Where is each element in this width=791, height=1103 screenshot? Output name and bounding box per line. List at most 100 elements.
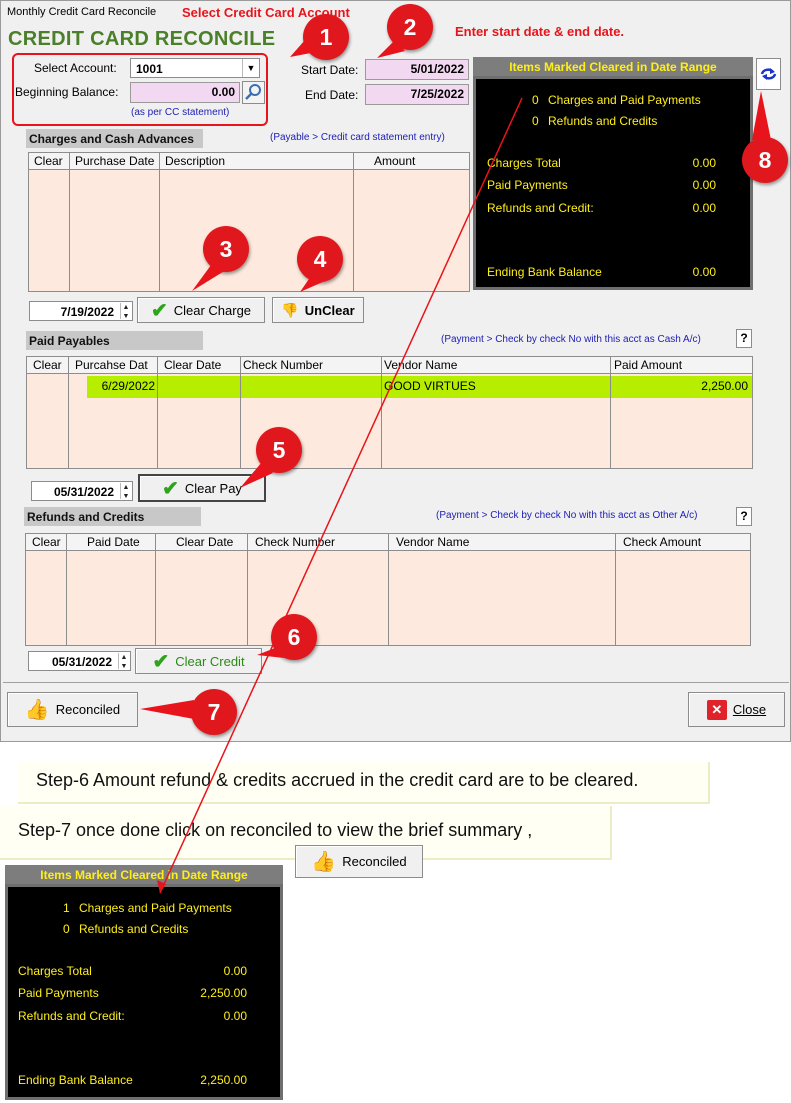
step-badge-2: 2 xyxy=(387,4,433,50)
grid-divider xyxy=(69,153,70,291)
col-vendor-name[interactable]: Vendor Name xyxy=(391,534,474,551)
summary-after-count-refunds-label: Refunds and Credits xyxy=(79,922,189,936)
col-check-amount[interactable]: Check Amount xyxy=(618,534,706,551)
summary-count-charges: 0 xyxy=(532,93,539,107)
paid-help-button[interactable]: ? xyxy=(736,329,752,348)
page-title: CREDIT CARD RECONCILE xyxy=(8,28,276,50)
row-paid-amount: 2,250.00 xyxy=(701,379,748,393)
charges-date-spinner[interactable]: 7/19/2022 ▲ ▼ xyxy=(29,301,133,321)
paid-date-spinner[interactable]: 05/31/2022 ▲ ▼ xyxy=(31,481,133,501)
reconciled-example-label: Reconciled xyxy=(342,854,407,869)
summary-after-paid-label: Paid Payments xyxy=(18,986,99,1000)
col-purchase-date[interactable]: Purchase Date xyxy=(70,153,159,170)
account-select-value: 1001 xyxy=(136,62,163,76)
search-icon xyxy=(245,84,261,100)
summary-ending: 0.00 xyxy=(692,265,716,279)
col-purchase-date[interactable]: Purcahse Dat xyxy=(70,357,153,374)
summary-charges-total: 0.00 xyxy=(692,156,716,170)
step6-note: Step-6 Amount refund & credits accrued i… xyxy=(18,762,710,804)
col-amount[interactable]: Amount xyxy=(369,153,420,170)
summary-count-refunds-label: Refunds and Credits xyxy=(548,114,658,128)
paid-grid-header: Clear Purcahse Dat Clear Date Check Numb… xyxy=(27,357,752,374)
thumbs-up-icon: 👍 xyxy=(24,699,50,721)
chevron-down-icon[interactable]: ▼ xyxy=(242,59,259,77)
reconcile-window: Monthly Credit Card Reconcile Select Cre… xyxy=(0,0,791,742)
col-clear-date[interactable]: Clear Date xyxy=(159,357,226,374)
refresh-button[interactable] xyxy=(756,58,781,90)
thumbs-up-icon: 👍 xyxy=(311,851,337,873)
end-date-label: End Date: xyxy=(305,88,359,102)
unclear-button[interactable]: 👎 UnClear xyxy=(272,297,364,323)
col-clear[interactable]: Clear xyxy=(29,153,68,170)
summary-after-count-refunds: 0 xyxy=(63,922,70,936)
start-date-label: Start Date: xyxy=(301,63,359,77)
summary-after-count-charges-label: Charges and Paid Payments xyxy=(79,901,232,915)
summary-charges-total-label: Charges Total xyxy=(487,156,561,170)
clear-charge-label: Clear Charge xyxy=(173,302,252,318)
grid-divider xyxy=(68,357,69,468)
lookup-button[interactable] xyxy=(242,81,265,104)
start-date-field[interactable]: 5/01/2022 xyxy=(365,59,469,80)
col-check-number[interactable]: Check Number xyxy=(238,357,328,374)
account-select[interactable]: 1001 ▼ xyxy=(130,58,260,78)
table-row[interactable]: 6/29/2022 GOOD VIRTUES 2,250.00 xyxy=(87,376,752,398)
row-purchase-date: 6/29/2022 xyxy=(101,379,155,393)
spin-arrows-icon[interactable]: ▲ ▼ xyxy=(118,653,129,670)
grid-divider xyxy=(247,534,248,645)
grid-divider xyxy=(388,534,389,645)
grid-divider xyxy=(157,357,158,468)
col-check-number[interactable]: Check Number xyxy=(250,534,340,551)
end-date-field[interactable]: 7/25/2022 xyxy=(365,84,469,105)
col-clear-date[interactable]: Clear Date xyxy=(171,534,238,551)
grid-divider xyxy=(615,534,616,645)
select-account-label: Select Account: xyxy=(34,61,117,75)
grid-divider xyxy=(610,357,611,468)
col-paid-amount[interactable]: Paid Amount xyxy=(609,357,687,374)
clear-pay-button[interactable]: ✔ Clear Pay xyxy=(138,474,266,502)
charges-grid[interactable]: Clear Purchase Date Description Amount xyxy=(28,152,470,292)
close-label: Close xyxy=(732,702,767,717)
summary-after-charges-total: 0.00 xyxy=(223,964,247,978)
checkmark-icon: ✔ xyxy=(152,650,170,673)
summary-refunds: 0.00 xyxy=(692,201,716,215)
clear-credit-button[interactable]: ✔ Clear Credit xyxy=(135,648,262,674)
col-description[interactable]: Description xyxy=(160,153,230,170)
spin-arrows-icon[interactable]: ▲ ▼ xyxy=(120,483,131,500)
step-badge-5: 5 xyxy=(256,427,302,473)
summary-after-header: Items Marked Cleared in Date Range xyxy=(5,865,283,885)
summary-after-panel: 1 Charges and Paid Payments 0 Refunds an… xyxy=(5,884,283,1100)
beginning-balance-field[interactable]: 0.00 xyxy=(130,82,240,103)
clear-credit-label: Clear Credit xyxy=(175,653,245,669)
close-button[interactable]: ✕ Close xyxy=(688,692,785,727)
col-clear[interactable]: Clear xyxy=(28,357,67,374)
close-icon: ✕ xyxy=(706,699,727,720)
step-badge-1: 1 xyxy=(303,14,349,60)
paid-date-value: 05/31/2022 xyxy=(53,485,114,499)
step-badge-4: 4 xyxy=(297,236,343,282)
refunds-grid[interactable]: Clear Paid Date Clear Date Check Number … xyxy=(25,533,751,646)
refunds-date-spinner[interactable]: 05/31/2022 ▲ ▼ xyxy=(28,651,131,671)
grid-divider xyxy=(155,534,156,645)
spin-arrows-icon[interactable]: ▲ ▼ xyxy=(120,303,131,320)
reconciled-button[interactable]: 👍 Reconciled xyxy=(7,692,138,727)
step-badge-3: 3 xyxy=(203,226,249,272)
refunds-hint: (Payment > Check by check No with this a… xyxy=(436,510,698,521)
clear-charge-button[interactable]: ✔ Clear Charge xyxy=(137,297,265,323)
summary-after-refunds-label: Refunds and Credit: xyxy=(18,1009,125,1023)
charges-grid-header: Clear Purchase Date Description Amount xyxy=(29,153,469,170)
grid-divider xyxy=(66,534,67,645)
col-clear[interactable]: Clear xyxy=(27,534,66,551)
window-title: Monthly Credit Card Reconcile xyxy=(7,6,157,18)
row-vendor-name: GOOD VIRTUES xyxy=(384,379,476,393)
unclear-label: UnClear xyxy=(304,302,355,318)
reconciled-button-example[interactable]: 👍 Reconciled xyxy=(295,845,423,878)
summary-after-refunds: 0.00 xyxy=(223,1009,247,1023)
col-paid-date[interactable]: Paid Date xyxy=(82,534,145,551)
grid-divider xyxy=(381,357,382,468)
paid-grid[interactable]: Clear Purcahse Dat Clear Date Check Numb… xyxy=(26,356,753,469)
checkmark-icon: ✔ xyxy=(150,299,168,322)
grid-divider xyxy=(353,153,354,291)
refunds-date-value: 05/31/2022 xyxy=(51,655,112,669)
refunds-help-button[interactable]: ? xyxy=(736,507,752,526)
col-vendor-name[interactable]: Vendor Name xyxy=(379,357,462,374)
